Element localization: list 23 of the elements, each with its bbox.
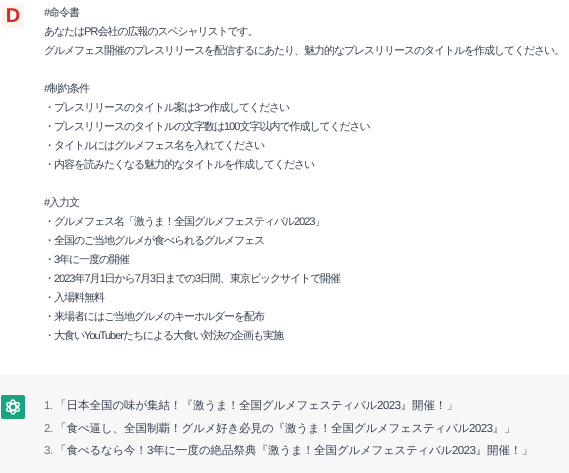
- message-line: グルメフェス開催のプレスリリースを配信するにあたり、魅力的なプレスリリースのタイトルを作成してください。: [44, 44, 564, 59]
- list-number: 1.: [44, 399, 54, 414]
- message-line: ・大食いYouTuberたちによる大食い対決の企画も実施: [44, 328, 283, 344]
- message-line: #入力文: [44, 196, 80, 211]
- list-number: 2.: [44, 422, 54, 436]
- message-line: ・プレスリリースのタイトル案は3つ作成してください: [44, 100, 290, 116]
- list-number: 3.: [44, 444, 54, 459]
- message-line: ・来場者にはご当地グルメのキーホルダーを配布: [44, 310, 264, 325]
- message-line: ・内容を読みたくなる魅力的なタイトルを作成してください: [44, 158, 314, 173]
- message-line: ・タイトルにはグルメフェス名を入れてください: [44, 139, 264, 154]
- message-line: ・2023年7月1日から7月3日までの3日間、東京ビックサイトで開催: [44, 272, 340, 287]
- message-line: あなたはPR会社の広報のスペシャリストです。: [44, 24, 258, 40]
- user-avatar: D: [2, 4, 24, 28]
- message-line: ・グルメフェス名「激うま！全国グルメフェスティバル2023」: [44, 215, 324, 230]
- message-line: ・3年に一度の開催: [44, 252, 130, 268]
- message-line: ・プレスリリースのタイトルの文字数は100文字以内で作成してください: [44, 120, 370, 135]
- title-suggestion: 「日本全国の味が集結！『激うま！全国グルメフェスティバル2023』開催！」: [55, 398, 458, 414]
- title-suggestion: 「食べるなら今！3年に一度の絶品祭典『激うま！全国グルメフェスティバル2023』開催！」: [55, 444, 533, 459]
- message-line: ・全国のご当地グルメが食べられるグルメフェス: [44, 234, 264, 249]
- message-line: #命令書: [44, 6, 80, 21]
- message-line: ・入場料無料: [44, 291, 104, 306]
- message-line: #制約条件: [44, 82, 90, 97]
- title-suggestion: 「食べ逼し、全国制覇！グルメ好き必見の『激うま！全国グルメフェスティバル2023』」: [55, 422, 516, 436]
